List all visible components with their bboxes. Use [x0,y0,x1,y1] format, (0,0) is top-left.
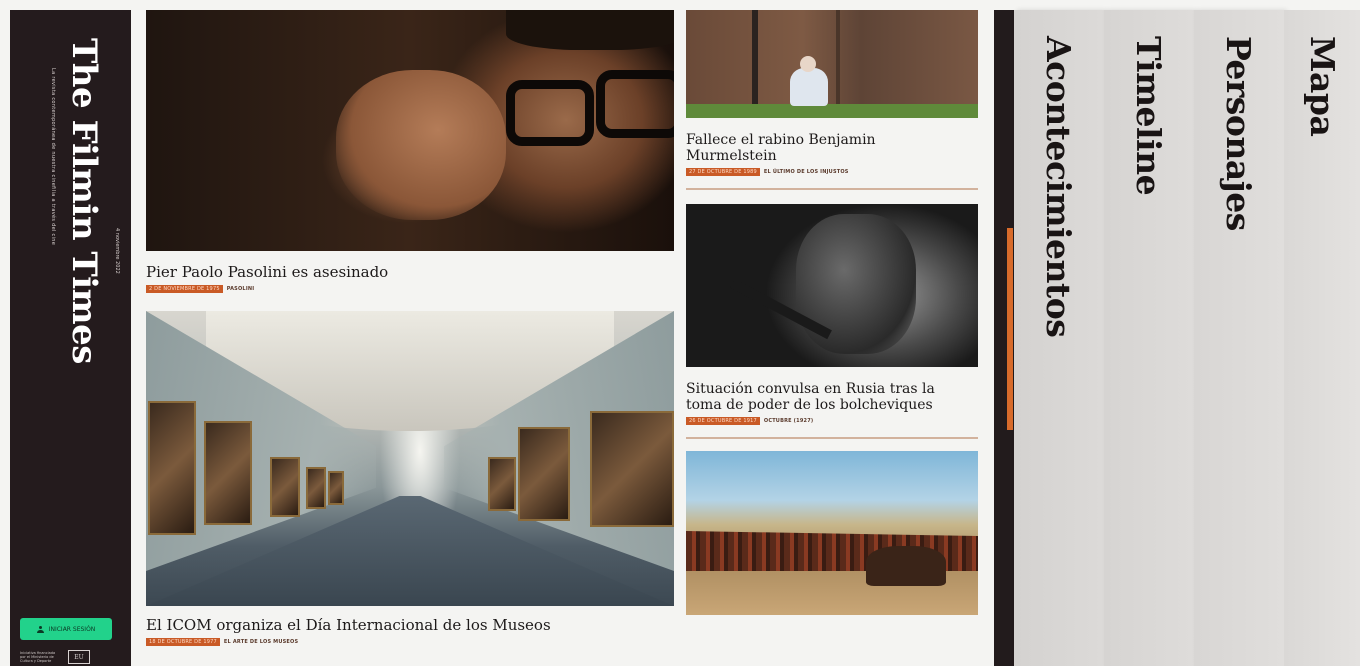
article-headline[interactable]: Situación convulsa en Rusia tras la toma… [686,381,966,413]
tab-label: Acontecimientos [1039,36,1078,338]
article-meta: 18 de octubre de 1977 El arte de los mus… [146,638,674,646]
article-category[interactable]: El último de los injustos [764,169,849,175]
sponsor-block: Iniciativa financiada por el Ministerio … [20,650,90,664]
divider [686,188,978,190]
site-title[interactable]: The Filmin Times [64,38,104,364]
article-meta: 27 de octubre de 1989 El último de los i… [686,168,978,176]
article-date-tag: 26 de octubre de 1917 [686,417,760,425]
masthead[interactable]: The Filmin Times La revista contemporáne… [42,38,120,398]
tab-personajes[interactable]: Personajes [1194,10,1284,666]
article-headline[interactable]: El ICOM organiza el Día Internacional de… [146,616,674,634]
sponsor-text: Iniciativa financiada por el Ministerio … [20,651,56,663]
secondary-feed-column: Fallece el rabino Benjamin Murmelstein 2… [686,10,978,615]
site-tagline: La revista contemporánea de nuestra cine… [50,68,56,246]
divider [686,437,978,439]
article-headline[interactable]: Pier Paolo Pasolini es asesinado [146,263,674,281]
article-date-tag: 27 de octubre de 1989 [686,168,760,176]
sidebar: The Filmin Times La revista contemporáne… [10,10,131,666]
article-meta: 26 de octubre de 1917 Octubre (1927) [686,417,978,425]
login-label: INICIAR SESIÓN [48,625,96,633]
article-category[interactable]: Pasolini [227,286,255,292]
tab-acontecimientos[interactable]: Acontecimientos [1014,10,1104,666]
article-image[interactable] [686,10,978,118]
tab-label: Timeline [1129,36,1168,196]
article-date-tag: 18 de octubre de 1977 [146,638,220,646]
article-date-tag: 2 de noviembre de 1975 [146,285,223,293]
scrollbar-thumb[interactable] [1007,228,1013,430]
tab-label: Personajes [1219,36,1258,231]
article-meta: 2 de noviembre de 1975 Pasolini [146,285,674,293]
article-image[interactable] [686,451,978,615]
login-button[interactable]: INICIAR SESIÓN [20,618,112,640]
tab-mapa[interactable]: Mapa [1284,10,1360,666]
article-card[interactable]: Situación convulsa en Rusia tras la toma… [686,204,978,439]
main-feed-column: Pier Paolo Pasolini es asesinado 2 de no… [146,10,674,646]
article-category[interactable]: Octubre (1927) [764,418,814,424]
eu-logo-icon: EU [68,650,90,664]
user-icon [36,625,44,633]
article-card[interactable]: Fallece el rabino Benjamin Murmelstein 2… [686,10,978,190]
article-image[interactable] [146,311,674,606]
article-image[interactable] [686,204,978,367]
issue-date: 4 noviembre 2022 [114,228,120,274]
tab-label: Mapa [1303,36,1342,137]
article-headline[interactable]: Fallece el rabino Benjamin Murmelstein [686,132,926,164]
article-category[interactable]: El arte de los museos [224,639,298,645]
article-image[interactable] [146,10,674,251]
article-card[interactable] [686,451,978,615]
tab-timeline[interactable]: Timeline [1104,10,1194,666]
article-card[interactable]: El ICOM organiza el Día Internacional de… [146,311,674,646]
article-card[interactable]: Pier Paolo Pasolini es asesinado 2 de no… [146,10,674,293]
